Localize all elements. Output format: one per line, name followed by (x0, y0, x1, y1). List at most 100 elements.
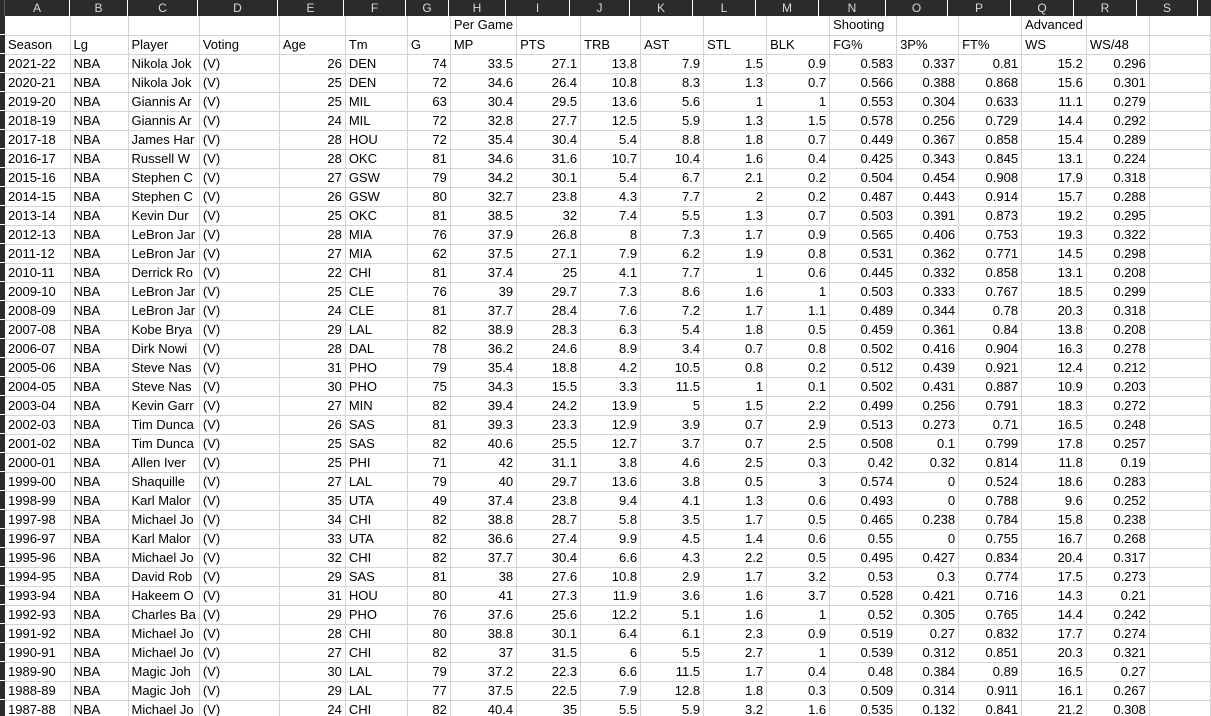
cell-q-25[interactable]: 18.6 (1021, 472, 1087, 492)
cell-m-28[interactable]: 0.6 (766, 529, 831, 549)
cell-j-28[interactable]: 9.9 (580, 529, 642, 549)
cell-p-16[interactable]: 0.78 (958, 301, 1023, 321)
cell-l-18[interactable]: 0.7 (703, 339, 768, 359)
cell-c-13[interactable]: LeBron Jar (128, 244, 200, 264)
cell-i-28[interactable]: 27.4 (516, 529, 582, 549)
cell-j-17[interactable]: 6.3 (580, 320, 642, 340)
cell-c-26[interactable]: Karl Malor (128, 491, 200, 511)
cell-o-5[interactable]: 0.304 (896, 92, 960, 112)
cell-n-29[interactable]: 0.495 (829, 548, 898, 568)
cell-q-9[interactable]: 17.9 (1021, 168, 1087, 188)
cell-g-24[interactable]: 71 (407, 453, 451, 473)
cell-f-7[interactable]: HOU (345, 130, 408, 150)
cell-c-17[interactable]: Kobe Brya (128, 320, 200, 340)
cell-f-9[interactable]: GSW (345, 168, 408, 188)
column-header-p[interactable]: P (948, 0, 1011, 16)
cell-l-11[interactable]: 1.3 (703, 206, 768, 226)
cell-f-19[interactable]: PHO (345, 358, 408, 378)
group-header-cell-p[interactable] (958, 16, 1023, 36)
cell-f-34[interactable]: CHI (345, 643, 408, 663)
cell-b-10[interactable]: NBA (70, 187, 129, 207)
column-label-3p-[interactable]: 3P% (896, 35, 960, 55)
cell-p-26[interactable]: 0.788 (958, 491, 1023, 511)
cell-a-9[interactable]: 2015-16 (5, 168, 71, 188)
cell-s-4[interactable] (1149, 73, 1211, 93)
cell-e-17[interactable]: 29 (279, 320, 346, 340)
cell-l-22[interactable]: 0.7 (703, 415, 768, 435)
cell-j-35[interactable]: 6.6 (580, 662, 642, 682)
column-label-ws-48[interactable]: WS/48 (1086, 35, 1150, 55)
cell-b-27[interactable]: NBA (70, 510, 129, 530)
cell-l-30[interactable]: 1.7 (703, 567, 768, 587)
cell-p-37[interactable]: 0.841 (958, 700, 1023, 716)
cell-h-28[interactable]: 36.6 (450, 529, 518, 549)
cell-r-12[interactable]: 0.322 (1086, 225, 1150, 245)
cell-k-4[interactable]: 8.3 (640, 73, 705, 93)
cell-d-9[interactable]: (V) (199, 168, 280, 188)
cell-o-20[interactable]: 0.431 (896, 377, 960, 397)
cell-f-24[interactable]: PHI (345, 453, 408, 473)
cell-q-19[interactable]: 12.4 (1021, 358, 1087, 378)
cell-o-36[interactable]: 0.314 (896, 681, 960, 701)
column-header-f[interactable]: F (344, 0, 406, 16)
cell-p-19[interactable]: 0.921 (958, 358, 1023, 378)
cell-f-26[interactable]: UTA (345, 491, 408, 511)
cell-k-21[interactable]: 5 (640, 396, 705, 416)
cell-a-31[interactable]: 1993-94 (5, 586, 71, 606)
cell-p-36[interactable]: 0.911 (958, 681, 1023, 701)
cell-h-18[interactable]: 36.2 (450, 339, 518, 359)
cell-n-33[interactable]: 0.519 (829, 624, 898, 644)
cell-f-23[interactable]: SAS (345, 434, 408, 454)
cell-f-16[interactable]: CLE (345, 301, 408, 321)
cell-i-14[interactable]: 25 (516, 263, 582, 283)
cell-b-30[interactable]: NBA (70, 567, 129, 587)
cell-j-31[interactable]: 11.9 (580, 586, 642, 606)
cell-e-20[interactable]: 30 (279, 377, 346, 397)
cell-n-22[interactable]: 0.513 (829, 415, 898, 435)
cell-n-19[interactable]: 0.512 (829, 358, 898, 378)
cell-b-19[interactable]: NBA (70, 358, 129, 378)
cell-o-17[interactable]: 0.361 (896, 320, 960, 340)
cell-k-26[interactable]: 4.1 (640, 491, 705, 511)
cell-j-7[interactable]: 5.4 (580, 130, 642, 150)
cell-n-4[interactable]: 0.566 (829, 73, 898, 93)
cell-e-30[interactable]: 29 (279, 567, 346, 587)
cell-b-11[interactable]: NBA (70, 206, 129, 226)
cell-c-6[interactable]: Giannis Ar (128, 111, 200, 131)
cell-a-22[interactable]: 2002-03 (5, 415, 71, 435)
cell-p-35[interactable]: 0.89 (958, 662, 1023, 682)
cell-f-28[interactable]: UTA (345, 529, 408, 549)
cell-a-16[interactable]: 2008-09 (5, 301, 71, 321)
cell-r-37[interactable]: 0.308 (1086, 700, 1150, 716)
cell-m-35[interactable]: 0.4 (766, 662, 831, 682)
cell-l-3[interactable]: 1.5 (703, 54, 768, 74)
group-header-cell-d[interactable] (199, 16, 280, 36)
cell-i-30[interactable]: 27.6 (516, 567, 582, 587)
cell-i-34[interactable]: 31.5 (516, 643, 582, 663)
cell-c-35[interactable]: Magic Joh (128, 662, 200, 682)
cell-b-5[interactable]: NBA (70, 92, 129, 112)
cell-c-18[interactable]: Dirk Nowi (128, 339, 200, 359)
column-header-h[interactable]: H (449, 0, 506, 16)
cell-m-29[interactable]: 0.5 (766, 548, 831, 568)
cell-o-15[interactable]: 0.333 (896, 282, 960, 302)
cell-e-22[interactable]: 26 (279, 415, 346, 435)
cell-e-24[interactable]: 25 (279, 453, 346, 473)
cell-n-3[interactable]: 0.583 (829, 54, 898, 74)
cell-c-33[interactable]: Michael Jo (128, 624, 200, 644)
cell-l-9[interactable]: 2.1 (703, 168, 768, 188)
cell-s-36[interactable] (1149, 681, 1211, 701)
cell-m-34[interactable]: 1 (766, 643, 831, 663)
cell-n-30[interactable]: 0.53 (829, 567, 898, 587)
cell-o-24[interactable]: 0.32 (896, 453, 960, 473)
cell-m-4[interactable]: 0.7 (766, 73, 831, 93)
cell-l-20[interactable]: 1 (703, 377, 768, 397)
column-header-d[interactable]: D (198, 0, 278, 16)
cell-k-6[interactable]: 5.9 (640, 111, 705, 131)
cell-g-8[interactable]: 81 (407, 149, 451, 169)
cell-p-20[interactable]: 0.887 (958, 377, 1023, 397)
cell-c-10[interactable]: Stephen C (128, 187, 200, 207)
cell-d-14[interactable]: (V) (199, 263, 280, 283)
cell-m-15[interactable]: 1 (766, 282, 831, 302)
cell-f-13[interactable]: MIA (345, 244, 408, 264)
